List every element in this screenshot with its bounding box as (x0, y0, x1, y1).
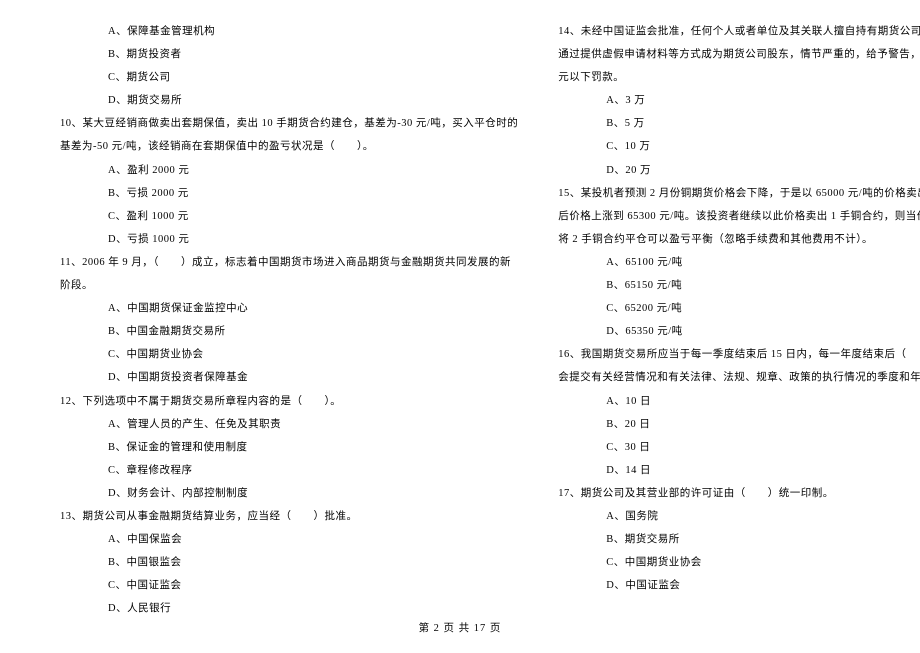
q10-line2: 基差为-50 元/吨，该经销商在套期保值中的盈亏状况是（ ）。 (60, 135, 518, 158)
right-column: 14、未经中国证监会批准，任何个人或者单位及其关联人擅自持有期货公司 5%以上股… (538, 20, 920, 620)
q12-option-b: B、保证金的管理和使用制度 (60, 436, 518, 459)
q10-option-d: D、亏损 1000 元 (60, 228, 518, 251)
q16-option-d: D、14 日 (558, 459, 920, 482)
q17-option-c: C、中国期货业协会 (558, 551, 920, 574)
q14-option-c: C、10 万 (558, 135, 920, 158)
q14-line1: 14、未经中国证监会批准，任何个人或者单位及其关联人擅自持有期货公司 5%以上股… (558, 20, 920, 43)
page-footer: 第 2 页 共 17 页 (0, 620, 920, 653)
q15-option-b: B、65150 元/吨 (558, 274, 920, 297)
q15-option-d: D、65350 元/吨 (558, 320, 920, 343)
q17-option-d: D、中国证监会 (558, 574, 920, 597)
q14-line2: 通过提供虚假申请材料等方式成为期货公司股东，情节严重的，给予警告，单处或者并处（… (558, 43, 920, 66)
q13-option-c: C、中国证监会 (60, 574, 518, 597)
q10-line1: 10、某大豆经销商做卖出套期保值，卖出 10 手期货合约建仓，基差为-30 元/… (60, 112, 518, 135)
q16-option-b: B、20 日 (558, 413, 920, 436)
q11-option-d: D、中国期货投资者保障基金 (60, 366, 518, 389)
q17-line: 17、期货公司及其营业部的许可证由（ ）统一印制。 (558, 482, 920, 505)
q14-option-d: D、20 万 (558, 159, 920, 182)
q12-option-d: D、财务会计、内部控制制度 (60, 482, 518, 505)
q15-option-a: A、65100 元/吨 (558, 251, 920, 274)
q16-line2: 会提交有关经营情况和有关法律、法规、规章、政策的执行情况的季度和年度工作报告。 (558, 366, 920, 389)
q12-line: 12、下列选项中不属于期货交易所章程内容的是（ ）。 (60, 390, 518, 413)
q11-option-b: B、中国金融期货交易所 (60, 320, 518, 343)
q16-option-a: A、10 日 (558, 390, 920, 413)
q9-option-c: C、期货公司 (60, 66, 518, 89)
q11-option-a: A、中国期货保证金监控中心 (60, 297, 518, 320)
q12-option-a: A、管理人员的产生、任免及其职责 (60, 413, 518, 436)
two-column-layout: A、保障基金管理机构 B、期货投资者 C、期货公司 D、期货交易所 10、某大豆… (0, 0, 920, 620)
q13-option-a: A、中国保监会 (60, 528, 518, 551)
q12-option-c: C、章程修改程序 (60, 459, 518, 482)
q11-line2: 阶段。 (60, 274, 518, 297)
q14-option-b: B、5 万 (558, 112, 920, 135)
q11-line1: 11、2006 年 9 月，（ ）成立，标志着中国期货市场进入商品期货与金融期货… (60, 251, 518, 274)
q15-line2: 后价格上涨到 65300 元/吨。该投资者继续以此价格卖出 1 手铜合约，则当价… (558, 205, 920, 228)
q15-line3: 将 2 手铜合约平仓可以盈亏平衡（忽略手续费和其他费用不计）。 (558, 228, 920, 251)
q13-option-b: B、中国银监会 (60, 551, 518, 574)
exam-page: A、保障基金管理机构 B、期货投资者 C、期货公司 D、期货交易所 10、某大豆… (0, 0, 920, 650)
q14-option-a: A、3 万 (558, 89, 920, 112)
q9-option-a: A、保障基金管理机构 (60, 20, 518, 43)
q17-option-a: A、国务院 (558, 505, 920, 528)
left-column: A、保障基金管理机构 B、期货投资者 C、期货公司 D、期货交易所 10、某大豆… (40, 20, 538, 620)
q15-option-c: C、65200 元/吨 (558, 297, 920, 320)
q10-option-a: A、盈利 2000 元 (60, 159, 518, 182)
q10-option-b: B、亏损 2000 元 (60, 182, 518, 205)
q17-option-b: B、期货交易所 (558, 528, 920, 551)
q10-option-c: C、盈利 1000 元 (60, 205, 518, 228)
q15-line1: 15、某投机者预测 2 月份铜期货价格会下降，于是以 65000 元/吨的价格卖… (558, 182, 920, 205)
q11-option-c: C、中国期货业协会 (60, 343, 518, 366)
q9-option-d: D、期货交易所 (60, 89, 518, 112)
q13-line: 13、期货公司从事金融期货结算业务，应当经（ ）批准。 (60, 505, 518, 528)
q14-line3: 元以下罚款。 (558, 66, 920, 89)
q13-option-d: D、人民银行 (60, 597, 518, 620)
q9-option-b: B、期货投资者 (60, 43, 518, 66)
q16-option-c: C、30 日 (558, 436, 920, 459)
q16-line1: 16、我国期货交易所应当于每一季度结束后 15 日内，每一年度结束后（ ）内，向… (558, 343, 920, 366)
